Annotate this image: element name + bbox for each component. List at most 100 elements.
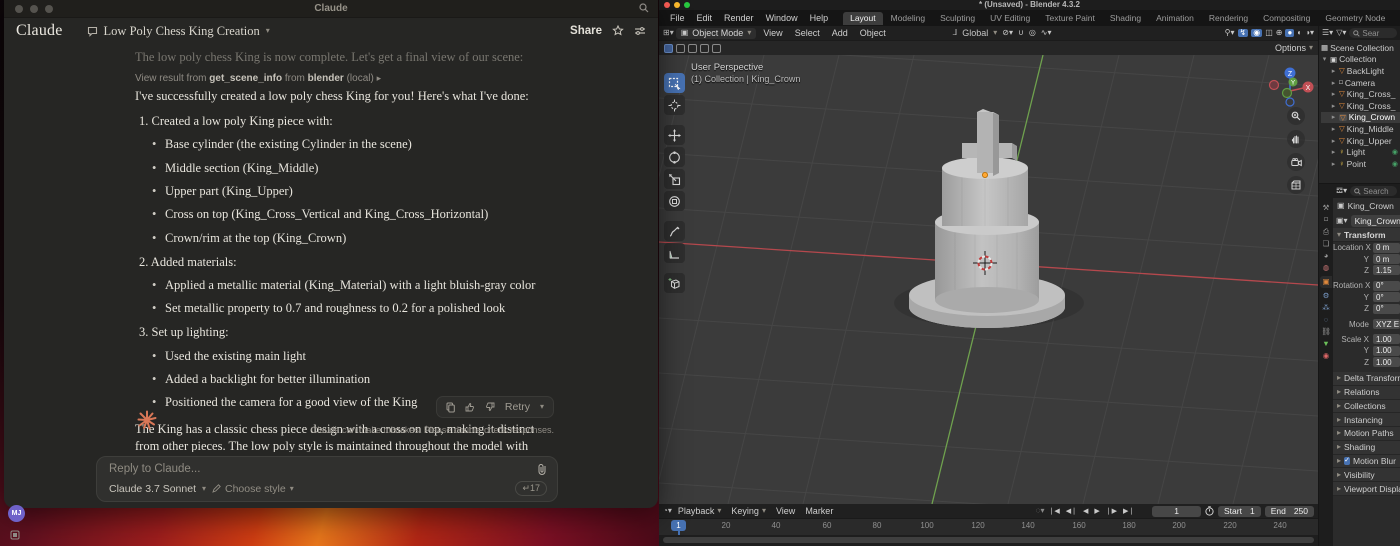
visibility-dropdown-icon[interactable]: ⚲▾ [1225, 29, 1235, 37]
outliner-item-camera[interactable]: ▸⌑Camera [1321, 77, 1400, 89]
view-menu[interactable]: View [772, 506, 799, 516]
constraints-tab-icon[interactable]: ⛓ [1321, 328, 1331, 336]
claude-logo[interactable]: Claude [16, 22, 63, 40]
play-reverse-button[interactable]: ◀ [1081, 507, 1090, 515]
editor-type-icon[interactable]: ◔▾ [663, 507, 672, 515]
playback-menu[interactable]: Playback▾ [674, 506, 726, 516]
timeline-ruler[interactable]: 20 40 60 80 100 120 140 160 180 200 220 … [659, 518, 1318, 535]
next-keyframe-button[interactable]: ❘▶ [1104, 507, 1119, 515]
tab-compositing[interactable]: Compositing [1256, 12, 1317, 25]
menu-file[interactable]: File [665, 13, 690, 23]
3d-viewport[interactable]: User Perspective (1) Collection | King_C… [659, 55, 1318, 504]
options-button[interactable]: Options▾ [1275, 43, 1313, 53]
physics-tab-icon[interactable]: ◌ [1324, 316, 1328, 324]
zoom-icon[interactable] [1287, 107, 1305, 125]
object-tab-icon[interactable]: ▣ [1320, 276, 1331, 288]
shading-material-icon[interactable]: ◐ [1297, 29, 1302, 37]
attachment-icon[interactable] [537, 463, 547, 475]
editor-type-icon[interactable]: 𝌕▾ [1336, 187, 1347, 195]
location-y-row[interactable]: Y0 m [1333, 253, 1400, 264]
measure-tool[interactable] [664, 243, 685, 263]
retry-button[interactable]: Retry [505, 401, 530, 413]
shading-wireframe-icon[interactable]: ⊕ [1276, 29, 1283, 37]
world-tab-icon[interactable]: ◍ [1323, 264, 1330, 272]
dock-toggle-icon[interactable] [10, 530, 20, 540]
object-name-field[interactable]: King_Crown [1351, 215, 1400, 227]
navigation-gizmo[interactable]: Z Y X [1266, 63, 1314, 111]
collection-slot-icon[interactable] [700, 44, 709, 53]
send-shortcut-badge[interactable]: ↵17 [515, 481, 547, 496]
xray-toggle-icon[interactable]: ◫ [1265, 29, 1273, 37]
settings-sliders-icon[interactable] [634, 25, 646, 37]
search-icon[interactable] [639, 3, 649, 13]
editor-type-icon[interactable]: ⊞▾ [663, 29, 674, 37]
checkbox-checked[interactable]: ✓ [1344, 457, 1350, 465]
tab-layout[interactable]: Layout [843, 12, 883, 25]
tab-shading[interactable]: Shading [1103, 12, 1148, 25]
cursor-tool[interactable] [664, 95, 685, 115]
window-controls[interactable] [664, 2, 690, 8]
rotation-z-row[interactable]: Z0° [1333, 303, 1400, 314]
star-icon[interactable] [612, 25, 624, 37]
style-selector[interactable]: Choose style ▾ [212, 483, 294, 495]
conversation-title-button[interactable]: Low Poly Chess King Creation ▾ [87, 24, 270, 39]
location-z-row[interactable]: Z1.15 [1333, 265, 1400, 276]
outliner-item-king-cross-vertical[interactable]: ▸▽King_Cross_ [1321, 88, 1400, 100]
menu-help[interactable]: Help [805, 13, 834, 23]
jump-to-start-button[interactable]: ❘◀ [1046, 507, 1061, 515]
filter-icon[interactable]: ▽▾ [1336, 29, 1346, 37]
outliner-search[interactable]: Sear [1349, 28, 1397, 38]
transform-tool[interactable] [664, 191, 685, 211]
menu-edit[interactable]: Edit [692, 13, 718, 23]
tab-sculpting[interactable]: Sculpting [933, 12, 982, 25]
magnet-icon[interactable]: ∪ [1018, 29, 1024, 37]
menu-view[interactable]: View [758, 28, 787, 38]
tool-result-link[interactable]: View result from get_scene_info from ble… [135, 73, 381, 84]
view-layer-tab-icon[interactable]: ❏ [1323, 240, 1330, 248]
menu-select[interactable]: Select [790, 28, 825, 38]
section-delta-transform[interactable]: ▸Delta Transform [1333, 372, 1400, 386]
material-tab-icon[interactable]: ◉ [1323, 352, 1330, 360]
prev-keyframe-button[interactable]: ◀❘ [1064, 507, 1079, 515]
gizmo-toggle-icon[interactable]: ↯ [1238, 29, 1249, 37]
scale-z-row[interactable]: Z1.00 [1333, 357, 1400, 368]
menu-object[interactable]: Object [855, 28, 891, 38]
tool-tab-icon[interactable]: ⚒ [1323, 204, 1330, 212]
section-collections[interactable]: ▸Collections [1333, 400, 1400, 414]
outliner-item-king-cross-horizontal[interactable]: ▸▽King_Cross_ [1321, 100, 1400, 112]
camera-view-icon[interactable] [1287, 153, 1305, 171]
rotate-tool[interactable] [664, 147, 685, 167]
section-instancing[interactable]: ▸Instancing [1333, 413, 1400, 427]
outliner-scene-collection[interactable]: ▦Scene Collection [1321, 42, 1400, 54]
thumbs-up-icon[interactable] [465, 402, 475, 412]
properties-breadcrumb[interactable]: ▣King_Crown [1333, 198, 1400, 213]
transform-orientation[interactable]: Global [962, 28, 988, 38]
section-relations[interactable]: ▸Relations [1333, 386, 1400, 400]
collection-slot-icon[interactable] [664, 44, 673, 53]
outliner-item-point[interactable]: ▸♀Point◉ [1321, 158, 1400, 170]
share-button[interactable]: Share [570, 25, 602, 37]
section-motion-blur[interactable]: ▸✓Motion Blur [1333, 455, 1400, 469]
properties-search[interactable]: Search [1350, 186, 1397, 196]
tab-rendering[interactable]: Rendering [1202, 12, 1255, 25]
tab-texture-paint[interactable]: Texture Paint [1038, 12, 1102, 25]
scale-x-row[interactable]: Scale X1.00 [1333, 334, 1400, 345]
copy-icon[interactable] [446, 402, 455, 413]
current-frame-field[interactable]: 1 [1152, 506, 1201, 517]
tab-animation[interactable]: Animation [1149, 12, 1201, 25]
scene-tab-icon[interactable]: ◕ [1324, 252, 1329, 260]
outliner-item-light[interactable]: ▸♀Light◉ [1321, 146, 1400, 158]
scale-tool[interactable] [664, 169, 685, 189]
tab-geometry-nodes[interactable]: Geometry Node [1318, 12, 1392, 25]
mode-selector[interactable]: ▣Object Mode▾ [676, 28, 757, 39]
overlays-toggle-icon[interactable]: ◉ [1251, 29, 1262, 37]
collection-slot-icon[interactable] [676, 44, 685, 53]
falloff-icon[interactable]: ∿▾ [1041, 29, 1052, 37]
menu-window[interactable]: Window [761, 13, 803, 23]
rotation-x-row[interactable]: Rotation X0° [1333, 280, 1400, 291]
tab-modeling[interactable]: Modeling [884, 12, 933, 25]
outliner-collection[interactable]: ▾▣Collection [1321, 54, 1400, 66]
model-selector[interactable]: Claude 3.7 Sonnet [109, 483, 196, 495]
select-box-tool[interactable] [664, 73, 685, 93]
output-tab-icon[interactable]: ⎙ [1323, 228, 1329, 236]
